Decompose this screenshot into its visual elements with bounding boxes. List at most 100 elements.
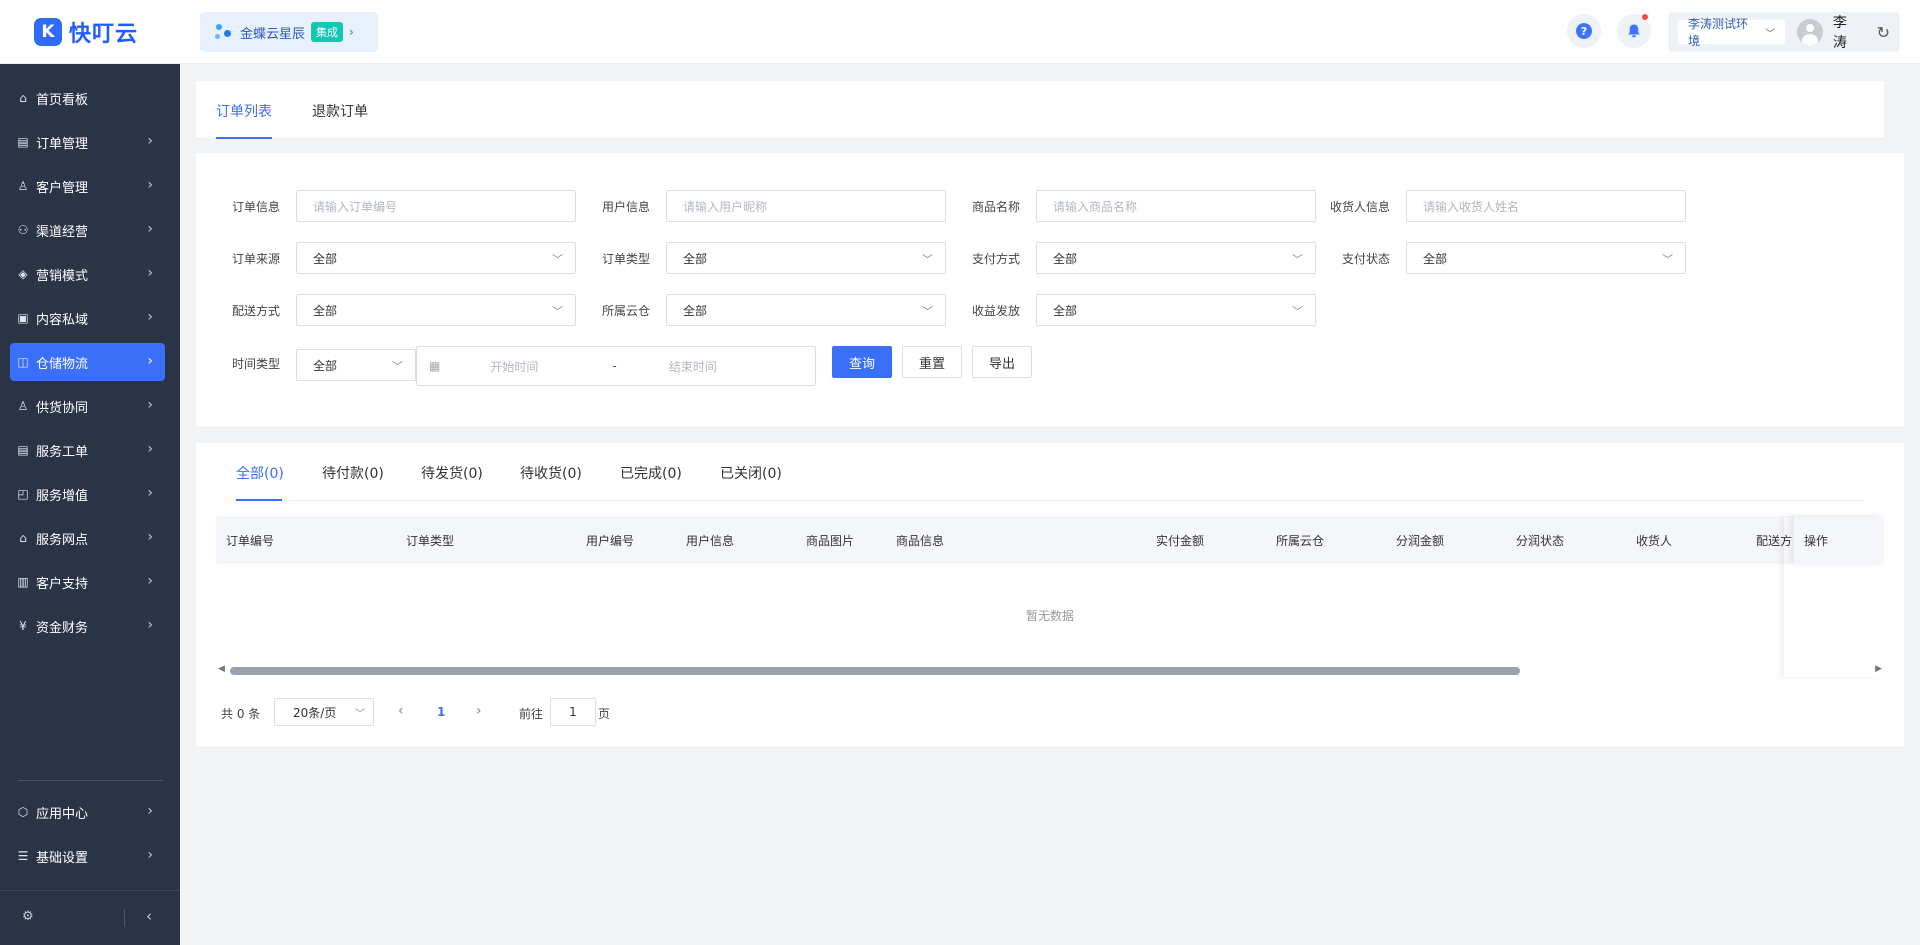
tab-closed[interactable]: 已关闭(0) — [720, 463, 782, 483]
order-no-input[interactable]: 请输入订单编号 — [296, 190, 576, 222]
help-icon: ? — [1576, 23, 1592, 39]
tab-pending-payment[interactable]: 待付款(0) — [322, 463, 384, 483]
footer-divider — [124, 909, 125, 927]
sidebar-item-outlets[interactable]: ⌂ 服务网点 › — [10, 519, 165, 557]
page-size-select[interactable]: 20条/页 ﹀ — [274, 698, 374, 726]
sidebar-item-value-added[interactable]: ◰ 服务增值 › — [10, 475, 165, 513]
sidebar-item-support[interactable]: ▥ 客户支持 › — [10, 563, 165, 601]
tabs-divider — [236, 500, 1864, 501]
sidebar-item-settings[interactable]: ☰ 基础设置 › — [10, 837, 165, 875]
tab-all[interactable]: 全部(0) — [236, 463, 284, 483]
time-type-select[interactable]: 全部 ﹀ — [296, 349, 416, 381]
sidebar-footer: ⚙ ‹ — [0, 890, 180, 945]
gear-icon[interactable]: ⚙ — [22, 909, 34, 924]
sidebar-item-label: 订单管理 — [36, 136, 89, 152]
chevron-right-icon: › — [147, 221, 153, 237]
product-name-input[interactable]: 请输入商品名称 — [1036, 190, 1316, 222]
tab-completed[interactable]: 已完成(0) — [620, 463, 682, 483]
chevron-right-icon: › — [147, 573, 153, 589]
sidebar-item-orders[interactable]: ▤ 订单管理 › — [10, 123, 165, 161]
scrollbar-thumb[interactable] — [230, 667, 1520, 675]
select-value: 全部 — [1423, 251, 1448, 266]
sidebar-item-content[interactable]: ▣ 内容私域 › — [10, 299, 165, 337]
notification-dot — [1642, 14, 1648, 20]
column-header: 用户编号 — [586, 534, 635, 548]
tab-order-list[interactable]: 订单列表 — [216, 101, 272, 121]
sidebar-item-warehouse[interactable]: ◫ 仓储物流 › — [10, 343, 165, 381]
page-jump-input[interactable]: 1 — [550, 698, 596, 726]
filter-label: 订单信息 — [231, 200, 280, 214]
prev-page-icon[interactable]: ‹ — [398, 703, 404, 719]
chevron-right-icon: › — [147, 309, 153, 325]
user-name[interactable]: 李涛 — [1833, 12, 1861, 52]
brand-logo[interactable]: K 快叮云 — [34, 18, 138, 47]
reset-button[interactable]: 重置 — [902, 346, 962, 378]
refresh-icon[interactable]: ↻ — [1877, 23, 1890, 42]
tab-pending-shipment[interactable]: 待发货(0) — [421, 463, 483, 483]
payment-method-select[interactable]: 全部 ﹀ — [1036, 242, 1316, 274]
horizontal-scrollbar[interactable]: ◀ ▶ — [216, 664, 1884, 676]
date-range-picker[interactable]: ▦ 开始时间 - 结束时间 — [416, 346, 816, 386]
chevron-down-icon: ﹀ — [552, 305, 563, 318]
sidebar-item-supply[interactable]: ♙ 供货协同 › — [10, 387, 165, 425]
export-button[interactable]: 导出 — [972, 346, 1032, 378]
tab-refund-orders[interactable]: 退款订单 — [312, 101, 368, 121]
start-date-input[interactable]: 开始时间 — [490, 358, 538, 375]
total-count: 共 0 条 — [221, 707, 261, 721]
filter-label: 配送方式 — [231, 304, 280, 318]
chevron-right-icon: › — [147, 441, 153, 457]
current-page[interactable]: 1 — [437, 705, 445, 719]
avatar[interactable] — [1797, 19, 1823, 45]
select-value: 全部 — [313, 358, 338, 373]
chevron-right-icon: › — [147, 847, 153, 863]
chevron-right-icon: › — [147, 803, 153, 819]
chevron-down-icon: ﹀ — [1662, 253, 1673, 266]
chevron-down-icon: ﹀ — [1292, 253, 1303, 266]
select-value: 全部 — [683, 251, 708, 266]
chevron-right-icon: › — [147, 485, 153, 501]
query-button[interactable]: 查询 — [832, 346, 892, 378]
collapse-sidebar-icon[interactable]: ‹ — [146, 907, 152, 925]
order-source-select[interactable]: 全部 ﹀ — [296, 242, 576, 274]
sidebar-item-label: 服务增值 — [36, 488, 89, 504]
sidebar-item-dashboard[interactable]: ⌂ 首页看板 — [10, 79, 165, 117]
tab-pending-receipt[interactable]: 待收货(0) — [520, 463, 582, 483]
sidebar-item-finance[interactable]: ¥ 资金财务 › — [10, 607, 165, 645]
select-value: 全部 — [313, 303, 338, 318]
filter-label: 收益发放 — [971, 304, 1020, 318]
next-page-icon[interactable]: › — [476, 703, 482, 719]
sidebar-item-channels[interactable]: ⚇ 渠道经营 › — [10, 211, 165, 249]
filter-panel: 订单信息 请输入订单编号 用户信息 请输入用户昵称 商品名称 请输入商品名称 收… — [196, 153, 1904, 426]
cloud-warehouse-select[interactable]: 全部 ﹀ — [666, 294, 946, 326]
cube-icon: ⬡ — [17, 805, 29, 819]
environment-value: 李涛测试环境 — [1688, 17, 1749, 48]
environment-select[interactable]: 李涛测试环境 ﹀ — [1678, 17, 1786, 48]
column-header: 所属云仓 — [1276, 534, 1325, 548]
app-switcher[interactable]: 金蝶云星辰 集成 › — [200, 12, 378, 52]
chevron-down-icon: ﹀ — [392, 360, 403, 373]
end-date-input[interactable]: 结束时间 — [669, 358, 717, 375]
sidebar-item-app-center[interactable]: ⬡ 应用中心 › — [10, 793, 165, 831]
sidebar-item-tickets[interactable]: ▤ 服务工单 › — [10, 431, 165, 469]
sidebar-item-customers[interactable]: ♙ 客户管理 › — [10, 167, 165, 205]
help-button[interactable]: ? — [1567, 14, 1601, 48]
consignee-input[interactable]: 请输入收货人姓名 — [1406, 190, 1686, 222]
order-type-select[interactable]: 全部 ﹀ — [666, 242, 946, 274]
home-icon: ⌂ — [19, 91, 27, 105]
notification-button[interactable] — [1617, 14, 1651, 48]
earnings-payout-select[interactable]: 全部 ﹀ — [1036, 294, 1316, 326]
range-separator: - — [612, 359, 617, 373]
payment-status-select[interactable]: 全部 ﹀ — [1406, 242, 1686, 274]
warehouse-icon: ◫ — [17, 355, 29, 369]
scroll-left-icon[interactable]: ◀ — [218, 664, 225, 674]
chevron-down-icon: ﹀ — [355, 709, 365, 720]
sidebar-item-marketing[interactable]: ◈ 营销模式 › — [10, 255, 165, 293]
chevron-down-icon: ﹀ — [1765, 28, 1776, 40]
delivery-method-select[interactable]: 全部 ﹀ — [296, 294, 576, 326]
filter-label: 订单类型 — [601, 252, 650, 266]
top-bar: K 快叮云 金蝶云星辰 集成 › ? 李涛测试环境 ﹀ 李涛 ↻ — [0, 0, 1920, 64]
sidebar-item-label: 服务网点 — [36, 532, 89, 548]
order-icon: ▤ — [17, 135, 29, 149]
chevron-right-icon: › — [147, 265, 153, 281]
user-nickname-input[interactable]: 请输入用户昵称 — [666, 190, 946, 222]
